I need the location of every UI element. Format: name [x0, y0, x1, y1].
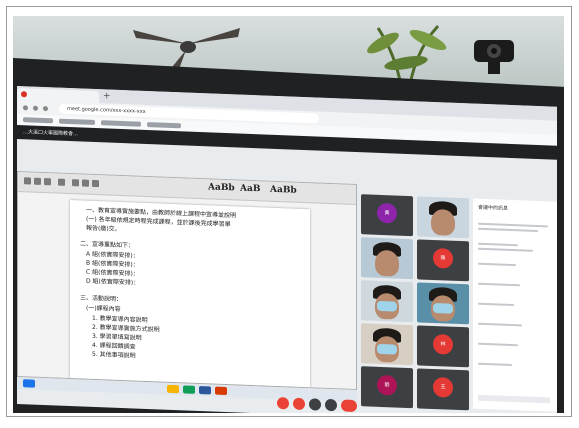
style-heading-2[interactable]: AaBb: [270, 185, 297, 196]
chat-message: [478, 262, 516, 267]
face-mask: [433, 302, 453, 314]
word-icon[interactable]: [199, 385, 211, 395]
underline-icon[interactable]: [44, 178, 51, 186]
monitor-screen: + meet.google.com/xxx-xxxx-xxx …大溪口火車國際教…: [17, 86, 557, 413]
doc-line: 報告(繳)交。: [86, 224, 121, 233]
word-ribbon: AaBb AaB AaBb: [18, 172, 356, 206]
mic-off-icon[interactable]: [277, 396, 289, 410]
participant-tile[interactable]: [417, 282, 469, 325]
bookmark-item[interactable]: [23, 117, 53, 124]
chat-panel: 會議中的訊息: [473, 198, 557, 412]
participant-tile[interactable]: 陳: [417, 239, 469, 282]
participant-face: [431, 208, 455, 236]
align-center-icon[interactable]: [82, 179, 89, 187]
document-page[interactable]: 一、教育宣導實施要點，由教師於線上課程中宣導並說明 (一) 各年級依規定時程完成…: [70, 200, 310, 388]
camera-off-icon[interactable]: [293, 397, 305, 411]
style-heading-1[interactable]: AaB: [240, 184, 260, 195]
face-mask: [377, 343, 397, 355]
avatar: 陳: [433, 247, 453, 269]
participant-tile[interactable]: [361, 237, 413, 280]
shared-document-window: AaBb AaB AaBb 一、教育宣導實施要點，由教師於線上課程中宣導並說明 …: [17, 171, 357, 391]
chat-message: [478, 247, 533, 252]
bold-icon[interactable]: [24, 177, 31, 185]
chrome-icon[interactable]: [183, 385, 195, 394]
chat-title: 會議中的訊息: [478, 204, 509, 212]
participant-tile[interactable]: [361, 280, 413, 323]
participant-grid: 黃 陳 林 劉 王: [361, 194, 469, 413]
participant-tile[interactable]: 黃: [361, 194, 413, 237]
face-mask: [377, 300, 397, 312]
chat-message: [478, 282, 520, 287]
list-icon[interactable]: [92, 179, 99, 188]
folder-icon[interactable]: [167, 384, 179, 394]
avatar: 劉: [377, 374, 397, 396]
present-icon[interactable]: [325, 398, 337, 412]
participant-tile[interactable]: [417, 196, 469, 239]
chat-message: [478, 222, 548, 228]
forward-icon[interactable]: [33, 105, 38, 111]
participant-tile[interactable]: [361, 323, 413, 366]
participant-tile[interactable]: 王: [417, 368, 469, 411]
doc-line: D 組(依實際安排)：: [86, 277, 140, 287]
captions-icon[interactable]: [309, 398, 321, 411]
chat-message: [478, 362, 512, 367]
doc-line: 5. 其他事項說明: [92, 350, 136, 360]
photo-of-monitor: + meet.google.com/xxx-xxxx-xxx …大溪口火車國際教…: [13, 16, 564, 413]
new-tab-button[interactable]: +: [103, 91, 111, 101]
avatar: 黃: [377, 202, 397, 224]
back-icon[interactable]: [23, 105, 28, 111]
meeting-title: …大溪口火車國際教會…: [23, 129, 79, 138]
meet-favicon-icon: [21, 91, 27, 98]
participant-tile[interactable]: 林: [417, 325, 469, 368]
participant-face: [375, 249, 399, 277]
style-normal[interactable]: AaBb: [208, 182, 235, 193]
powerpoint-icon[interactable]: [215, 386, 227, 396]
chat-message: [478, 322, 522, 327]
font-color-icon[interactable]: [58, 178, 65, 186]
avatar: 王: [433, 376, 453, 398]
chat-message: [478, 227, 538, 233]
chat-input[interactable]: [478, 394, 550, 404]
reload-icon[interactable]: [43, 105, 48, 112]
start-icon[interactable]: [23, 379, 35, 388]
doc-line: 三、活動說明：: [80, 294, 123, 304]
bookmark-item[interactable]: [147, 121, 181, 129]
chat-message: [478, 242, 518, 247]
avatar: 林: [433, 333, 453, 355]
chat-message: [478, 302, 514, 307]
chat-message: [478, 342, 518, 347]
doc-line: (一)課程內容: [86, 304, 121, 313]
align-left-icon[interactable]: [72, 179, 79, 187]
webcam: [474, 40, 514, 74]
italic-icon[interactable]: [34, 177, 41, 185]
bookmark-item[interactable]: [101, 120, 141, 127]
end-call-button[interactable]: [341, 399, 357, 413]
bookmark-item[interactable]: [59, 118, 95, 125]
